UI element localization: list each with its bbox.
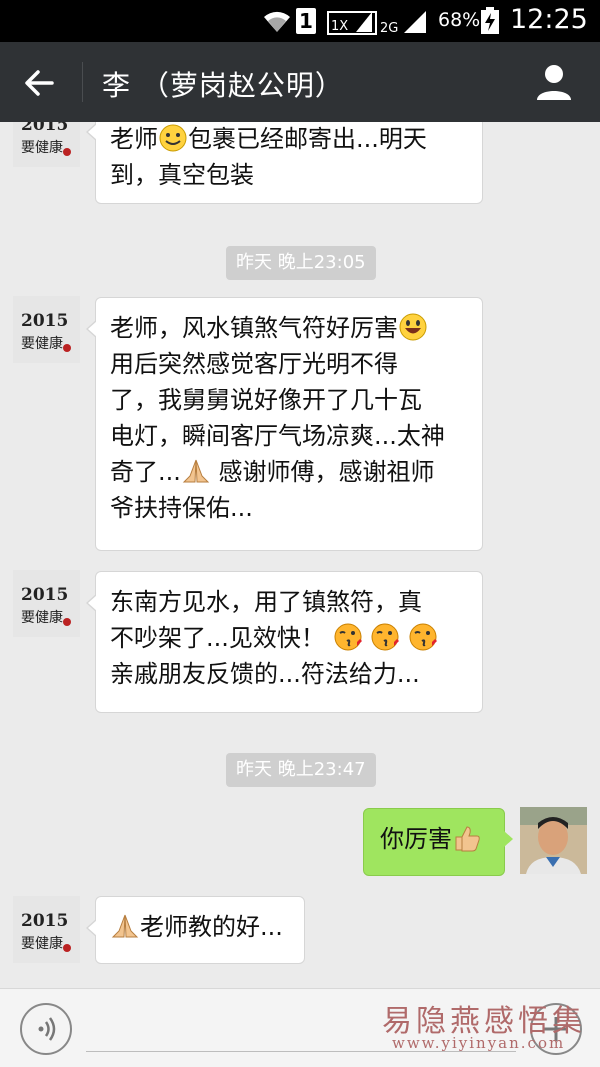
- message-line: 了，我舅舅说好像开了几十瓦: [110, 386, 422, 414]
- message-bubble[interactable]: 老师 包裹已经邮寄出...明天 到，真空包装: [86, 122, 483, 204]
- message-line: 用后突然感觉客厅光明不得: [110, 350, 398, 378]
- message-line: 东南方见水，用了镇煞符，真: [110, 588, 422, 616]
- svg-text:要健康: 要健康: [21, 609, 63, 626]
- message-line: 奇了... 感谢师傅，感谢祖师: [110, 458, 435, 486]
- wifi-icon: [264, 11, 290, 32]
- sim-slot-badge: 1: [296, 8, 316, 34]
- svg-text:要健康: 要健康: [21, 139, 63, 156]
- outgoing-message-bubble[interactable]: 你厉害: [363, 808, 513, 876]
- signal-icon: 1X: [327, 11, 377, 35]
- message-text: 老师教的好...: [140, 913, 283, 941]
- pray-emoji: [182, 459, 210, 483]
- grin-emoji: [399, 313, 427, 341]
- thumbs-up-emoji: [455, 826, 480, 852]
- message-line: 爷扶持保佑...: [110, 494, 253, 522]
- profile-photo: [520, 807, 587, 874]
- timestamp: 昨天 晚上23:05: [226, 246, 376, 280]
- battery-percent: 68%: [438, 9, 481, 31]
- sender-avatar[interactable]: 2015 要健康: [13, 896, 80, 963]
- svg-text:2015: 2015: [21, 122, 68, 135]
- message-list: 2015 要健康 老师 包裹已经邮寄出...明天 到，真空包装 昨天 晚上23:0…: [0, 122, 600, 988]
- svg-text:要健康: 要健康: [21, 935, 63, 952]
- own-avatar[interactable]: [520, 807, 587, 874]
- voice-icon: [38, 1017, 56, 1041]
- message-text: 你厉害: [380, 825, 452, 853]
- pray-emoji: [111, 914, 139, 938]
- avatar-logo: 2015 要健康: [13, 296, 80, 363]
- chat-title: 李 （萝岗赵公明）: [102, 69, 344, 102]
- svg-text:要健康: 要健康: [21, 335, 63, 352]
- contact-icon[interactable]: [534, 62, 574, 102]
- kiss-emoji: [409, 623, 437, 651]
- sender-avatar[interactable]: 2015 要健康: [13, 570, 80, 637]
- message-line: 到，真空包装: [110, 161, 254, 189]
- battery-icon: [481, 7, 499, 34]
- smile-emoji: [159, 124, 187, 152]
- message-bubble[interactable]: 老师，风水镇煞气符好厉害 用后突然感觉客厅光明不得 了，我舅舅说好像开了几十瓦 …: [86, 297, 483, 551]
- back-arrow-icon[interactable]: [22, 66, 56, 100]
- message-bubble[interactable]: 东南方见水，用了镇煞符，真 不吵架了...见效快！ 亲戚朋友反馈的...符法给力…: [86, 571, 483, 713]
- avatar-logo: 2015 要健康: [13, 570, 80, 637]
- sender-avatar[interactable]: 2015 要健康: [13, 296, 80, 363]
- header-divider: [82, 62, 83, 102]
- status-bar: 1 1X 2G 68% 12:25: [0, 0, 600, 42]
- timestamp: 昨天 晚上23:47: [226, 753, 376, 787]
- sender-avatar[interactable]: 2015 要健康: [13, 122, 80, 167]
- message-line: 电灯，瞬间客厅气场凉爽...太神: [110, 422, 445, 450]
- svg-text:2015: 2015: [21, 311, 68, 331]
- kiss-emoji: [371, 623, 400, 651]
- message-line: 老师，风水镇煞气符好厉害: [110, 310, 468, 346]
- message-line: 不吵架了...见效快！: [110, 620, 468, 656]
- signal-icon: 2G: [380, 11, 426, 36]
- message-bubble[interactable]: 老师教的好...: [86, 896, 305, 964]
- kiss-emoji: [334, 623, 362, 651]
- svg-text:2015: 2015: [21, 911, 68, 931]
- avatar-logo: 2015 要健康: [13, 896, 80, 963]
- watermark-url: www.yiyinyan.com: [392, 1034, 566, 1052]
- network1-label: 1X: [331, 19, 348, 34]
- voice-button[interactable]: [20, 1003, 72, 1055]
- avatar-logo: 2015 要健康: [13, 122, 80, 167]
- message-line: 亲戚朋友反馈的...符法给力...: [110, 660, 420, 688]
- chat-header: 李 （萝岗赵公明）: [0, 42, 600, 122]
- network2-label: 2G: [380, 21, 398, 36]
- clock: 12:25: [510, 4, 588, 35]
- message-line: 老师 包裹已经邮寄出...明天: [110, 124, 427, 153]
- svg-text:2015: 2015: [21, 585, 68, 605]
- watermark: 易隐燕感悟集 www.yiyinyan.com: [382, 996, 594, 1056]
